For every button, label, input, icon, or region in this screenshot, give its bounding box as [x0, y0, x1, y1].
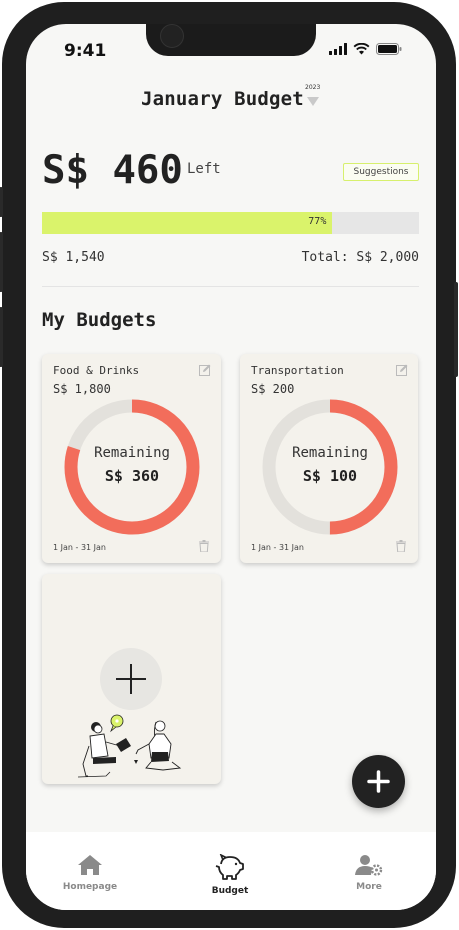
budget-limit: S$ 200 [251, 382, 295, 396]
tab-homepage[interactable]: Homepage [50, 854, 130, 892]
edit-icon[interactable] [396, 364, 408, 376]
plus-icon [116, 664, 146, 694]
budget-limit: S$ 1,800 [53, 382, 111, 396]
remaining-value: S$ 360 [104, 467, 160, 485]
budget-progress-percent: 77% [308, 216, 327, 227]
mute-switch [0, 187, 3, 217]
add-budget-card[interactable] [42, 574, 221, 784]
volume-down-button [0, 307, 3, 367]
budget-progress-fill [42, 212, 333, 234]
remaining-text-label: Remaining [292, 445, 368, 461]
camera [160, 24, 184, 48]
plus-icon [367, 770, 390, 793]
divider [42, 286, 419, 287]
edit-icon[interactable] [199, 364, 211, 376]
tab-more[interactable]: More [329, 854, 409, 892]
notch [146, 24, 316, 56]
budget-category: Transportation [251, 364, 344, 377]
bottom-tab-bar: Homepage Budget More [26, 832, 436, 910]
section-title: My Budgets [42, 309, 157, 331]
people-illustration [77, 714, 182, 778]
user-settings-icon [355, 855, 383, 876]
tab-label: Budget [211, 886, 249, 896]
budget-progress-bar: 77% [42, 212, 419, 234]
spent-amount: S$ 1,540 [42, 250, 105, 265]
signal-icon [329, 43, 347, 55]
tab-budget[interactable]: Budget [190, 853, 270, 896]
add-fab-button[interactable] [352, 755, 405, 808]
battery-icon [376, 43, 402, 55]
volume-up-button [0, 232, 3, 292]
wifi-icon [353, 43, 370, 55]
year-label: 2023 [305, 84, 321, 91]
remaining-label: Left [187, 161, 221, 177]
trash-icon[interactable] [396, 540, 406, 552]
add-budget-button[interactable] [100, 648, 162, 710]
page-title: January Budget [141, 88, 304, 110]
suggestions-button[interactable]: Suggestions [343, 163, 419, 181]
date-range: 1 Jan - 31 Jan [53, 543, 106, 552]
page-header: January Budget 2023 [26, 82, 436, 122]
tab-label: More [356, 882, 382, 892]
month-dropdown-caret-icon[interactable] [307, 97, 319, 106]
trash-icon[interactable] [199, 540, 209, 552]
phone-frame: 9:41 January Budget 2023 S$ 460 Left Sug… [0, 2, 458, 928]
power-button [454, 282, 458, 377]
home-icon [78, 855, 102, 875]
remaining-ring: Remaining S$ 360 [62, 397, 202, 537]
status-time: 9:41 [64, 41, 107, 61]
remaining-text-label: Remaining [94, 445, 170, 461]
tab-label: Homepage [62, 882, 118, 892]
total-amount: Total: S$ 2,000 [301, 250, 419, 265]
status-bar: 9:41 [26, 24, 436, 72]
date-range: 1 Jan - 31 Jan [251, 543, 304, 552]
budget-card-transportation[interactable]: Transportation S$ 200 Remaining S$ 100 1… [240, 354, 418, 563]
piggy-bank-icon [215, 853, 244, 880]
budget-category: Food & Drinks [53, 364, 140, 377]
screen: 9:41 January Budget 2023 S$ 460 Left Sug… [26, 24, 436, 910]
budget-card-food[interactable]: Food & Drinks S$ 1,800 Remaining S$ 360 … [42, 354, 221, 563]
remaining-value: S$ 100 [302, 467, 358, 485]
remaining-ring: Remaining S$ 100 [260, 397, 400, 537]
remaining-amount: S$ 460 [42, 148, 183, 193]
status-icons [329, 43, 402, 55]
